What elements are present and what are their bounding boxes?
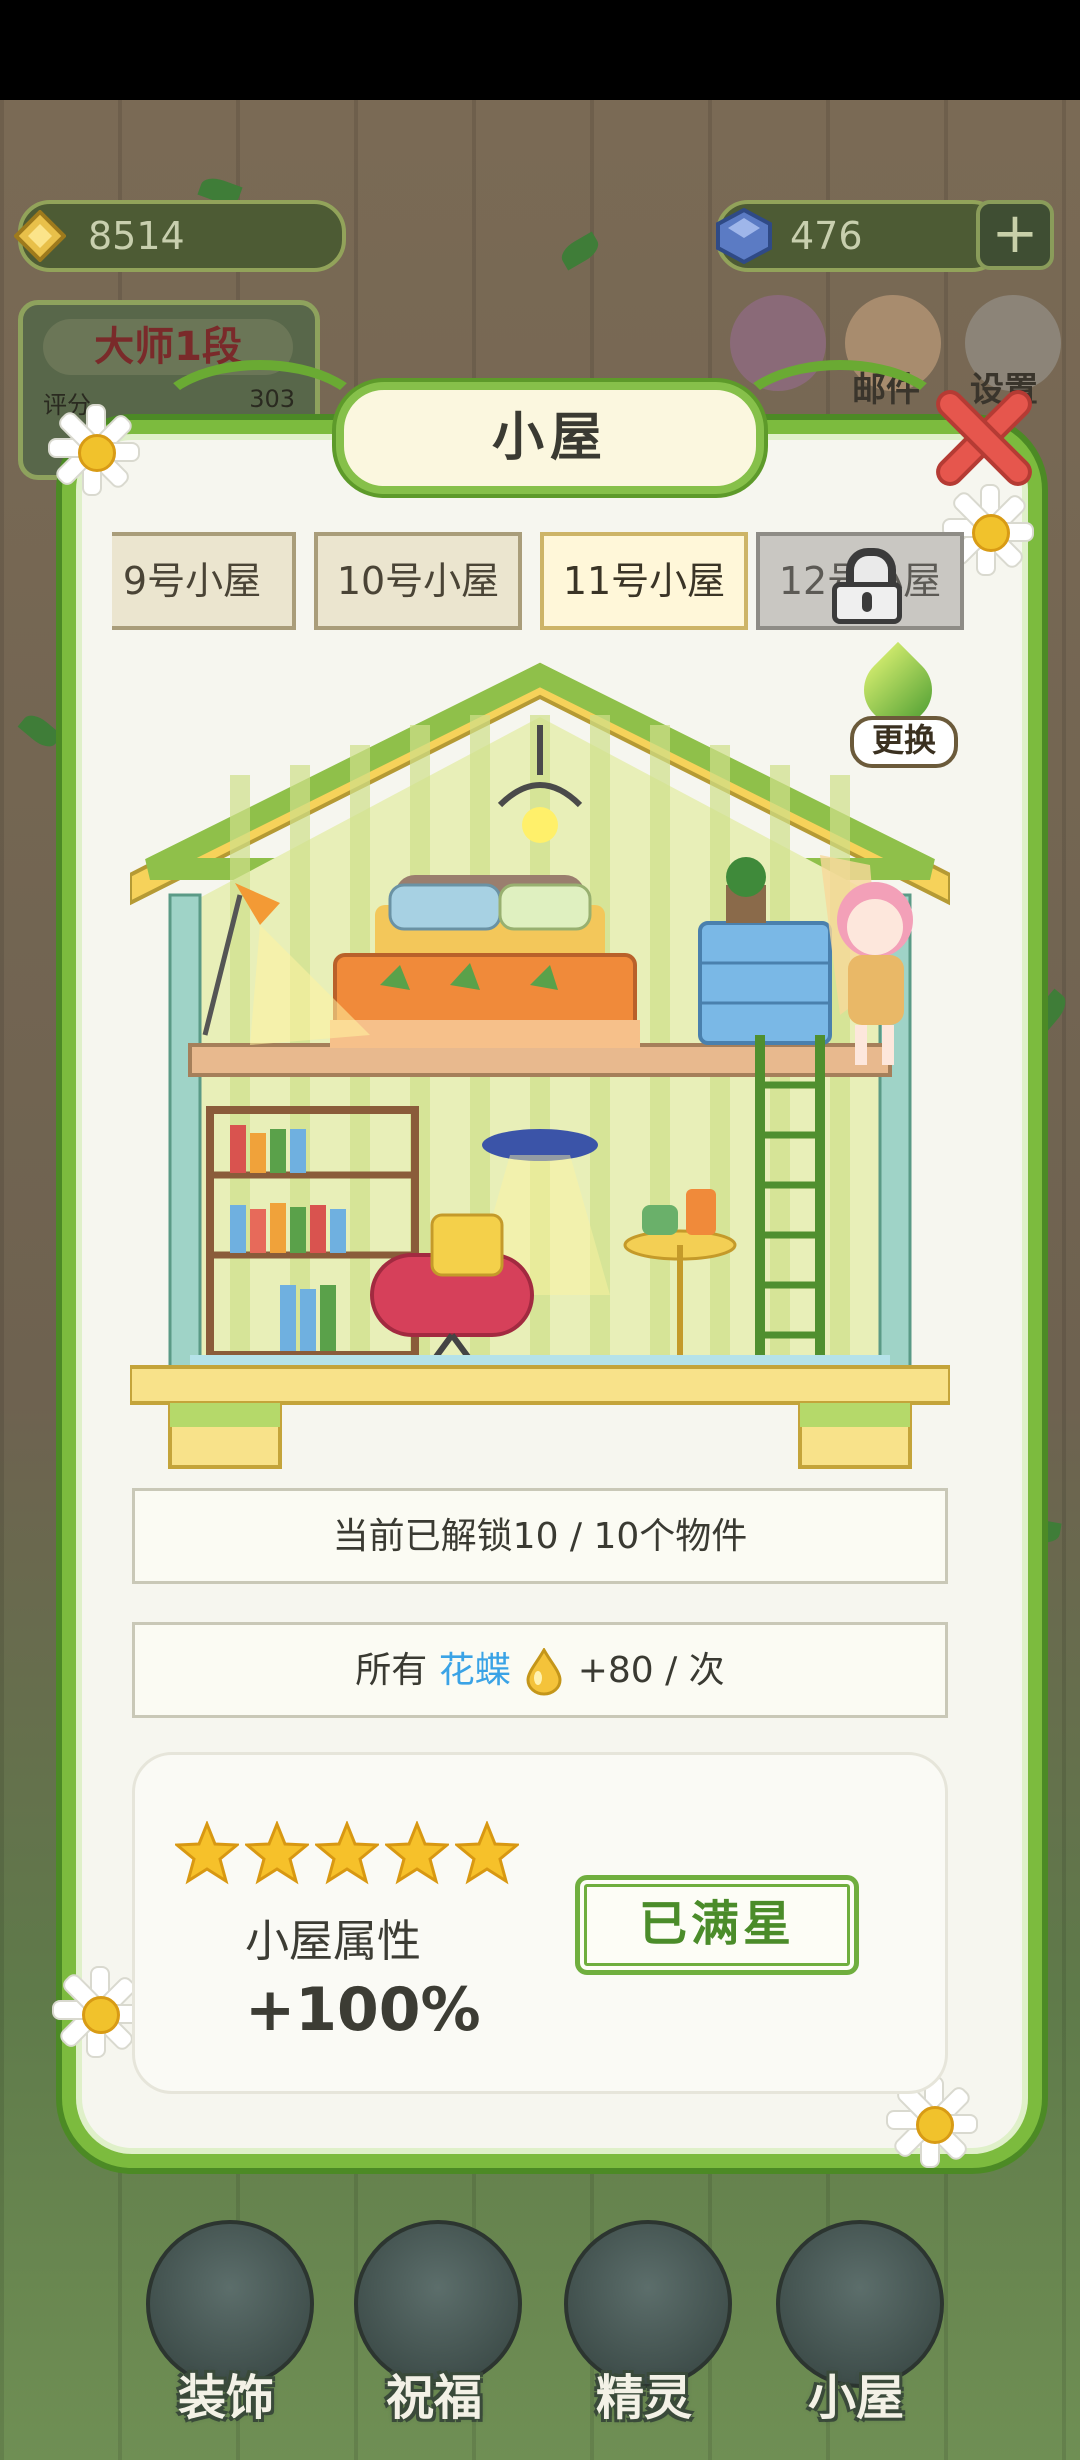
- lock-icon: [832, 548, 902, 624]
- cottage-attribute-label: 小屋属性: [245, 1916, 421, 1967]
- cottage-attribute-card: 小屋属性 +100% 已满星: [132, 1752, 948, 2094]
- cottage-tabs: 9号小屋 10号小屋 11号小屋 12号小屋: [112, 532, 972, 632]
- nav-fairy-label: 精灵: [595, 2370, 692, 2426]
- tab-cottage-11[interactable]: 11号小屋: [540, 532, 748, 630]
- tab-cottage-12[interactable]: 12号小屋: [756, 532, 964, 630]
- dialog-title: 小屋: [336, 382, 764, 494]
- leaf-decoration: [17, 709, 63, 753]
- status-bar: [0, 0, 1080, 100]
- star-icon: [385, 1821, 449, 1885]
- tab-cottage-10[interactable]: 10号小屋: [314, 532, 522, 630]
- nav-cottage-label: 小屋: [807, 2370, 904, 2426]
- star-icon: [175, 1821, 239, 1885]
- nav-decorate-label: 装饰: [177, 2370, 274, 2426]
- bonus-info: 所有 花蝶 +80 / 次: [132, 1622, 948, 1718]
- add-gems-button[interactable]: +: [976, 200, 1054, 270]
- nav-decorate[interactable]: 装饰: [142, 2180, 314, 2430]
- leaf-decoration: [557, 231, 603, 271]
- gem-icon: [716, 208, 772, 264]
- cottage-attribute-value: +100%: [245, 1975, 481, 2045]
- nav-blessing-label: 祝福: [385, 2370, 482, 2426]
- max-stars-button[interactable]: 已满星: [575, 1875, 859, 1975]
- bonus-suffix: +80 / 次: [577, 1650, 725, 1691]
- nectar-drop-icon: [526, 1648, 562, 1696]
- tab-cottage-9[interactable]: 9号小屋: [112, 532, 296, 630]
- nav-fairy[interactable]: 精灵: [560, 2180, 732, 2430]
- star-icon: [315, 1821, 379, 1885]
- star-icon: [455, 1821, 519, 1885]
- gem-counter: 476: [716, 200, 1004, 272]
- cottage-illustration: [130, 662, 950, 1469]
- daisy-decoration: [48, 404, 140, 496]
- nav-blessing[interactable]: 祝福: [350, 2180, 522, 2430]
- daisy-decoration: [52, 1966, 144, 2058]
- unlocked-items-text: 当前已解锁10 / 10个物件: [132, 1488, 948, 1584]
- bonus-highlight: 花蝶: [438, 1650, 511, 1691]
- star-rating: [175, 1821, 525, 1885]
- coin-icon: [14, 210, 66, 262]
- gem-amount: 476: [790, 214, 863, 258]
- bonus-prefix: 所有: [355, 1650, 428, 1691]
- close-button[interactable]: [932, 388, 1032, 488]
- coin-counter: 8514: [14, 200, 346, 272]
- coin-amount: 8514: [88, 214, 185, 258]
- star-icon: [245, 1821, 309, 1885]
- nav-cottage[interactable]: 小屋: [772, 2180, 944, 2430]
